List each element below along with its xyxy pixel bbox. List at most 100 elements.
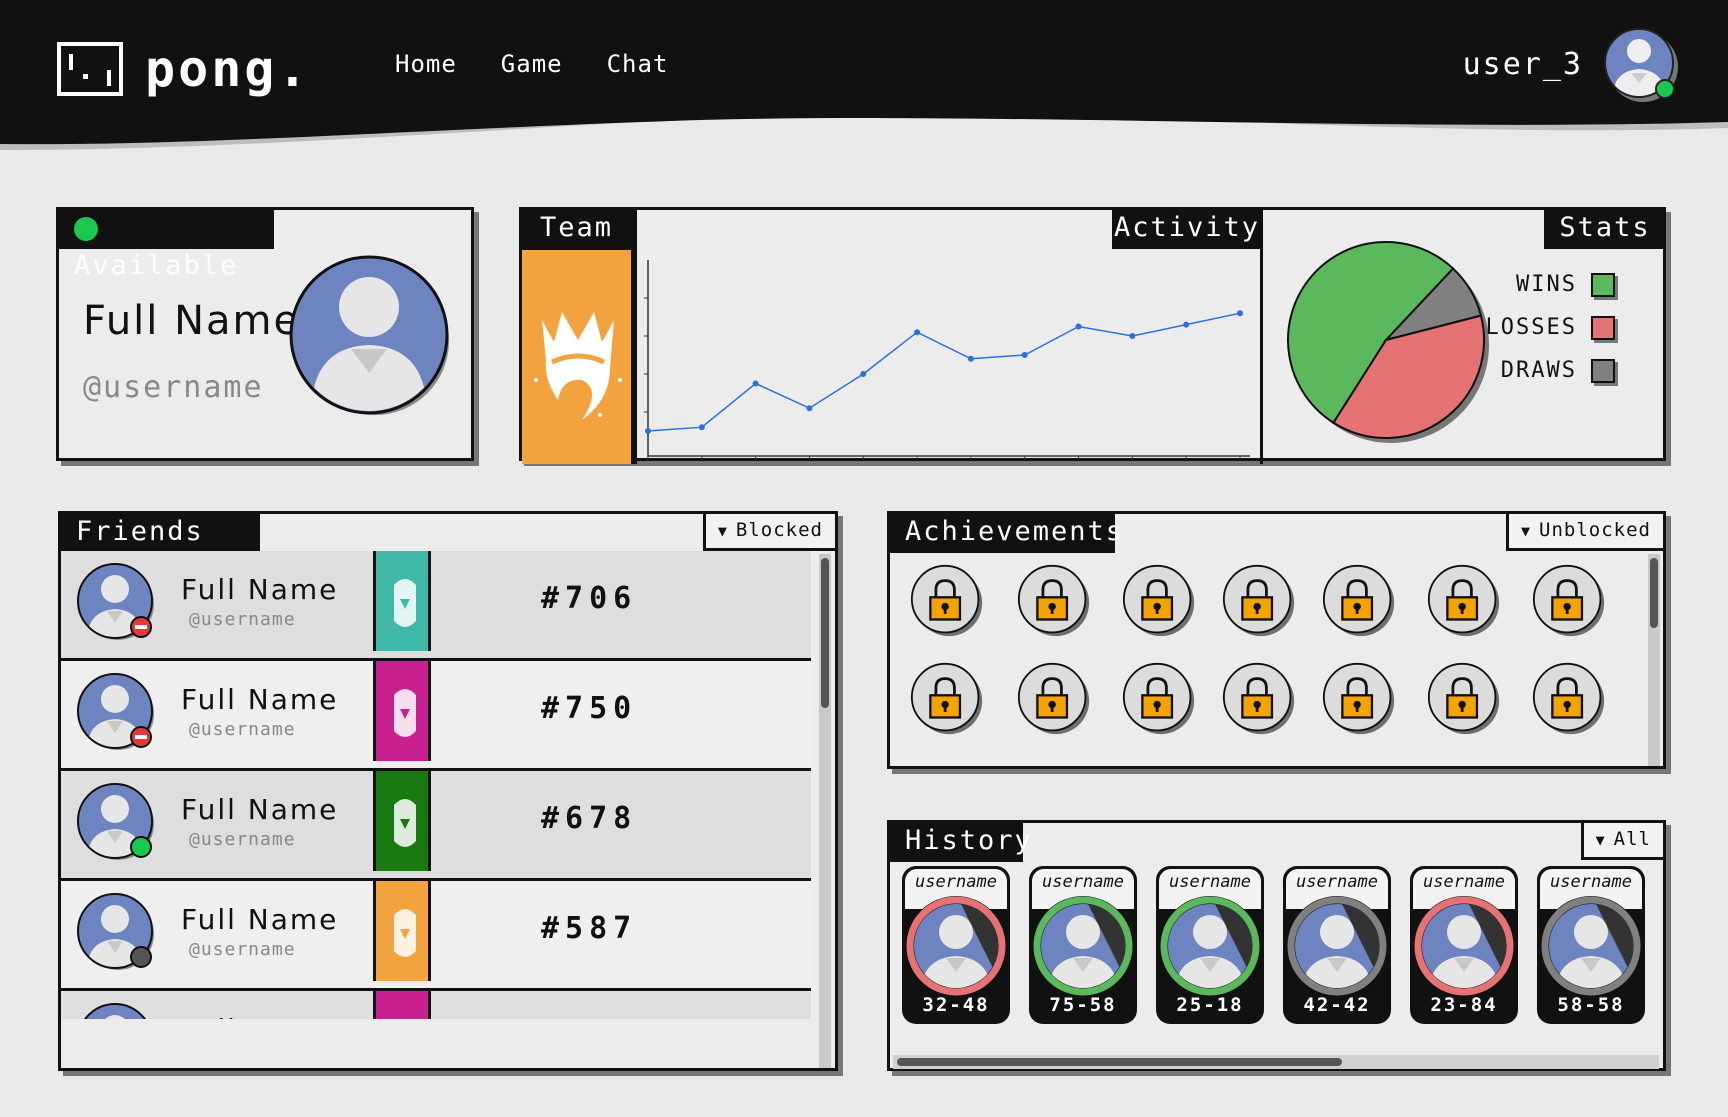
friend-status-icon (130, 946, 152, 968)
friend-rank: #750 (541, 691, 638, 726)
history-game-card[interactable]: username 58-58 (1537, 866, 1645, 1024)
draws-swatch (1591, 358, 1615, 383)
team-emblem-icon (394, 909, 416, 957)
friend-row[interactable]: Full Name @username #587 (61, 881, 811, 991)
history-game-card[interactable]: username 32-48 (902, 866, 1010, 1024)
friend-row[interactable]: Full Name @username #782 (61, 991, 811, 1019)
team-emblem-icon (394, 689, 416, 737)
friend-username: @username (189, 829, 296, 850)
achievement-locked-icon[interactable] (1222, 564, 1296, 638)
game-score: 42-42 (1303, 994, 1371, 1016)
achievement-locked-icon[interactable] (1532, 564, 1606, 638)
achievement-locked-icon[interactable] (910, 662, 984, 736)
friend-avatar-icon[interactable] (75, 781, 155, 861)
friend-full-name: Full Name (181, 573, 339, 606)
achievement-locked-icon[interactable] (1427, 564, 1501, 638)
history-filter-dropdown[interactable]: ▼ All (1580, 820, 1666, 860)
game-score: 25-18 (1176, 994, 1244, 1016)
friends-scrollbar-thumb[interactable] (821, 558, 829, 708)
friend-username: @username (189, 939, 296, 960)
opponent-avatar-icon (1160, 896, 1260, 996)
nav-chat[interactable]: Chat (607, 50, 669, 78)
logo-text: pong. (145, 40, 311, 98)
activity-point (806, 405, 813, 412)
online-status-icon (1655, 79, 1675, 99)
history-game-card[interactable]: username 75-58 (1029, 866, 1137, 1024)
activity-tab: Activity (1112, 207, 1262, 249)
history-game-card[interactable]: username 42-42 (1283, 866, 1391, 1024)
team-badge[interactable] (522, 247, 634, 464)
achievement-locked-icon[interactable] (1017, 564, 1091, 638)
stats-tab: Stats (1544, 207, 1666, 249)
opponent-avatar-icon (1541, 896, 1641, 996)
friend-row[interactable]: Full Name @username #750 (61, 661, 811, 771)
activity-point (1075, 323, 1082, 330)
friends-scrollbar[interactable] (819, 554, 831, 1068)
friend-avatar-icon[interactable] (75, 561, 155, 641)
achievement-locked-icon[interactable] (1017, 662, 1091, 736)
activity-axes (647, 260, 1250, 457)
main-nav: Home Game Chat (395, 50, 668, 78)
achievement-locked-icon[interactable] (1427, 662, 1501, 736)
activity-point (752, 380, 759, 387)
team-tab: Team (519, 207, 634, 249)
friend-full-name: Full Name (181, 683, 339, 716)
history-game-card[interactable]: username 23-84 (1410, 866, 1518, 1024)
friends-list-title: Friends List (58, 511, 260, 585)
achievement-locked-icon[interactable] (910, 564, 984, 638)
friends-filter-dropdown[interactable]: ▼ Blocked (702, 511, 838, 551)
friend-team-badge (373, 991, 431, 1019)
friend-team-badge (373, 661, 431, 761)
achievements-scrollbar[interactable] (1648, 554, 1660, 766)
history-scrollbar[interactable] (893, 1055, 1659, 1069)
achievement-locked-icon[interactable] (1222, 662, 1296, 736)
crown-team-icon (534, 312, 622, 420)
activity-point (645, 428, 651, 434)
achievement-locked-icon[interactable] (1122, 662, 1196, 736)
opponent-avatar-icon (1033, 896, 1133, 996)
game-score: 75-58 (1049, 994, 1117, 1016)
top-navigation-bar: pong. Home Game Chat user_3 (0, 0, 1728, 170)
friend-avatar-icon[interactable] (75, 671, 155, 751)
achievement-locked-icon[interactable] (1322, 564, 1396, 638)
opponent-avatar-icon (906, 896, 1006, 996)
current-username[interactable]: user_3 (1463, 47, 1583, 82)
activity-line-chart (644, 260, 1250, 460)
achievement-locked-icon[interactable] (1532, 662, 1606, 736)
friend-team-badge (373, 551, 431, 651)
friend-avatar-icon[interactable] (75, 1001, 155, 1019)
achievements-filter-dropdown[interactable]: ▼ Unblocked (1506, 511, 1666, 551)
friend-full-name: Full Name (181, 793, 339, 826)
history-game-card[interactable]: username 25-18 (1156, 866, 1264, 1024)
friend-rank: #678 (541, 801, 638, 836)
friend-row[interactable]: Full Name @username #706 (61, 551, 811, 661)
nav-game[interactable]: Game (501, 50, 563, 78)
activity-series-line (647, 312, 1241, 432)
history-filter-label: All (1613, 828, 1651, 850)
friend-team-badge (373, 771, 431, 871)
user-avatar-icon[interactable] (1603, 27, 1679, 103)
friend-rank: #706 (541, 581, 638, 616)
achievement-locked-icon[interactable] (1122, 564, 1196, 638)
profile-avatar-icon[interactable] (289, 255, 449, 415)
friend-team-badge (373, 881, 431, 981)
friend-avatar-icon[interactable] (75, 891, 155, 971)
activity-point (698, 424, 705, 431)
friends-filter-label: Blocked (735, 519, 823, 541)
nav-home[interactable]: Home (395, 50, 457, 78)
dropdown-triangle-icon: ▼ (1595, 831, 1606, 849)
legend-draws: DRAWS (1485, 358, 1615, 383)
losses-swatch (1591, 315, 1615, 340)
pong-logo[interactable]: pong. (57, 40, 311, 98)
achievement-locked-icon[interactable] (1322, 662, 1396, 736)
achievements-scrollbar-thumb[interactable] (1650, 558, 1658, 628)
status-tab[interactable]: Available (56, 207, 274, 281)
friend-row[interactable]: Full Name @username #678 (61, 771, 811, 881)
friend-rank: #587 (541, 911, 638, 946)
team-emblem-icon (394, 799, 416, 847)
activity-point (1237, 310, 1243, 317)
dropdown-triangle-icon: ▼ (1521, 522, 1532, 540)
history-scrollbar-thumb[interactable] (897, 1058, 1342, 1066)
history-title: History (887, 820, 1031, 862)
team-activity-stats-panel: Team Activity Stats WINS LOSSES DRAWS (519, 207, 1666, 464)
